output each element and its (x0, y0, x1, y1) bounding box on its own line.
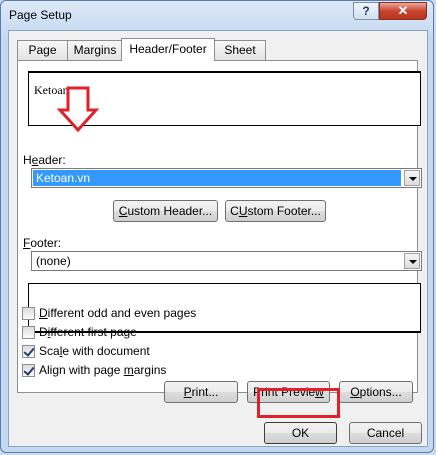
checkbox-box[interactable] (22, 364, 35, 377)
tab-label: Header/Footer (129, 42, 207, 56)
cancel-button[interactable]: Cancel (349, 422, 422, 444)
dialog-title: Page Setup (9, 8, 72, 22)
footer-label: Footer: (23, 236, 62, 250)
tab-label: Page (28, 43, 57, 57)
tab-sheet[interactable]: Sheet (214, 40, 266, 60)
checkbox-label: Align with page margins (39, 363, 167, 377)
ok-button-highlight (257, 388, 340, 418)
tab-header-footer[interactable]: Header/Footer (121, 38, 215, 61)
title-bar[interactable]: Page Setup ? ✕ (1, 1, 433, 31)
footer-dropdown-value: (none) (36, 254, 71, 268)
tab-label: Margins (73, 43, 117, 57)
close-button[interactable]: ✕ (379, 2, 427, 20)
checkbox-label: Different odd and even pages (39, 306, 197, 320)
custom-header-button[interactable]: Custom Header... (113, 200, 218, 222)
tab-page[interactable]: Page (17, 40, 68, 60)
checkmark-icon (23, 364, 35, 376)
tab-margins[interactable]: Margins (67, 40, 123, 60)
options-button[interactable]: Options... (339, 381, 413, 403)
checkbox-box[interactable] (22, 345, 35, 358)
footer-dropdown[interactable]: (none) (31, 251, 422, 271)
help-button[interactable]: ? (353, 2, 379, 20)
header-dropdown-value: Ketoan.vn (33, 170, 401, 186)
close-icon: ✕ (397, 3, 409, 18)
tab-label: Sheet (224, 43, 256, 57)
chevron-down-icon[interactable] (404, 253, 420, 269)
red-down-arrow-icon (56, 86, 100, 133)
checkbox-box[interactable] (22, 307, 35, 320)
ok-button[interactable]: OK (264, 422, 337, 444)
checkbox-label: Different first page (39, 325, 137, 339)
page-setup-dialog: Page Setup ? ✕ Page Margins Header/Foote… (0, 0, 434, 453)
checkbox-box[interactable] (22, 326, 35, 339)
checkmark-icon (23, 345, 35, 357)
chevron-down-icon[interactable] (404, 170, 420, 186)
header-dropdown[interactable]: Ketoan.vn (31, 168, 422, 188)
checkbox-label: Scale with document (39, 344, 150, 358)
custom-footer-button[interactable]: CUstom Footer... (225, 200, 326, 222)
header-label: Header: (23, 153, 66, 167)
print-button[interactable]: Print... (164, 381, 238, 403)
